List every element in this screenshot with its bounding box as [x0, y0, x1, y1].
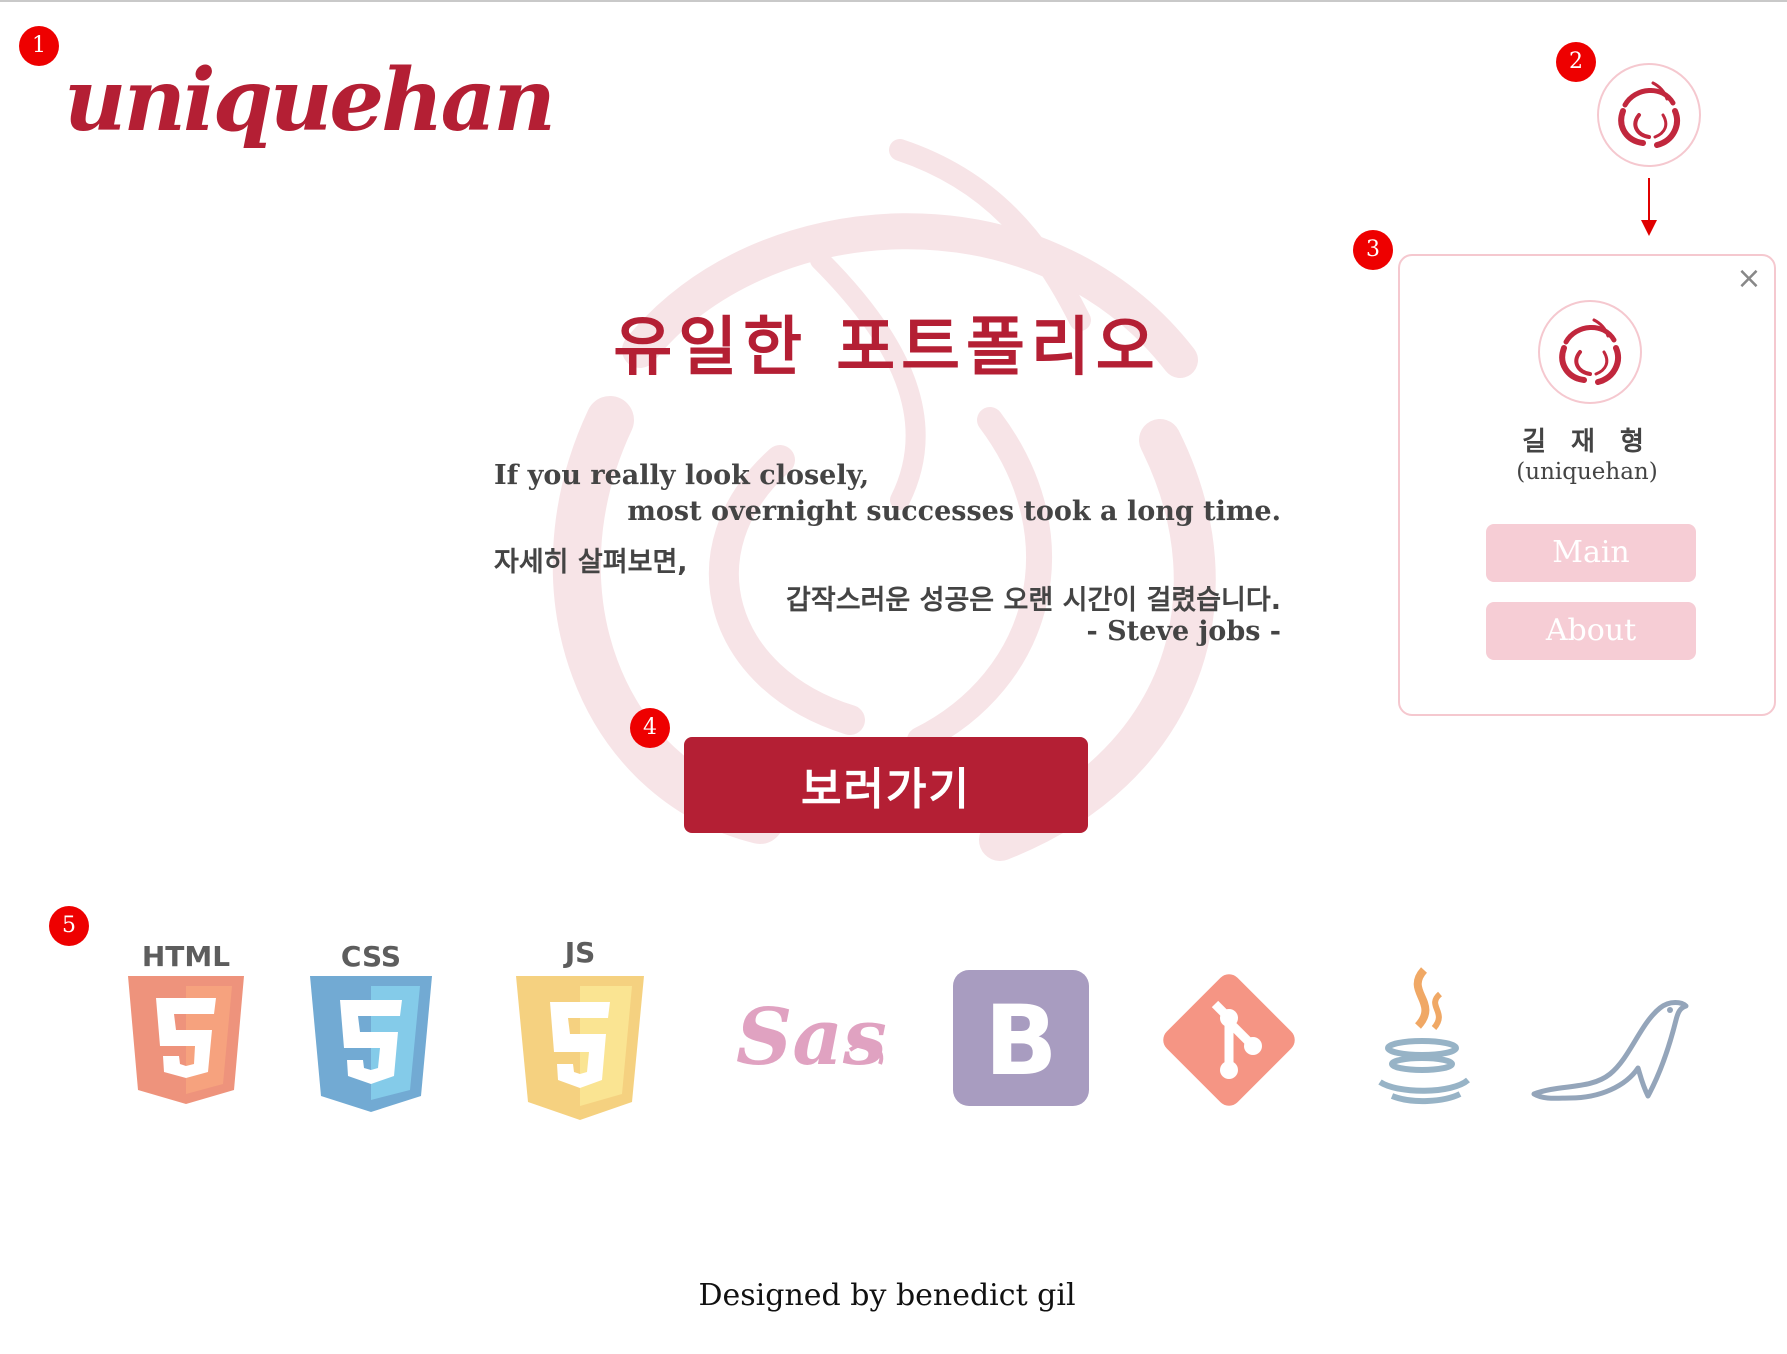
- view-portfolio-button[interactable]: 보러가기: [684, 737, 1088, 833]
- annotation-arrow-head: [1641, 220, 1657, 236]
- annotation-badge-3: 3: [1353, 230, 1393, 270]
- footer-credit: Designed by benedict gil: [698, 1278, 1076, 1313]
- site-logo[interactable]: uniquehan: [64, 50, 556, 151]
- mariadb-seal-icon: [1531, 1000, 1689, 1101]
- bootstrap-icon: B: [953, 970, 1089, 1106]
- html5-icon: [128, 976, 244, 1104]
- quote-ko-line1: 자세히 살펴보면,: [494, 547, 688, 578]
- top-border: [0, 0, 1787, 2]
- sass-wordmark: Sass: [736, 992, 886, 1083]
- main-button[interactable]: Main: [1486, 524, 1696, 582]
- quote-en-line1: If you really look closely,: [494, 460, 870, 491]
- html-label: HTML: [141, 940, 231, 973]
- brand-mark-icon: [1618, 81, 1680, 148]
- js-label: JS: [564, 936, 596, 969]
- annotation-badge-4: 4: [630, 708, 670, 748]
- quote-en-line2: most overnight successes took a long tim…: [627, 496, 1281, 527]
- quote-ko-line2: 갑작스러운 성공은 오랜 시간이 걸렸습니다.: [786, 585, 1281, 616]
- profile-name: 길 재 형: [1522, 427, 1652, 457]
- annotation-badge-5: 5: [49, 906, 89, 946]
- java-icon: [1378, 967, 1470, 1105]
- js-icon: [516, 976, 644, 1120]
- close-icon[interactable]: ×: [1734, 264, 1764, 294]
- profile-username: (uniquehan): [1516, 459, 1658, 485]
- page-title: 유일한 포트폴리오: [613, 311, 1161, 385]
- about-button[interactable]: About: [1486, 602, 1696, 660]
- annotation-badge-2: 2: [1556, 42, 1596, 82]
- annotation-badge-1: 1: [19, 26, 59, 66]
- git-icon: [1163, 974, 1295, 1106]
- bootstrap-letter: B: [984, 985, 1057, 1097]
- profile-avatar-button[interactable]: [1597, 63, 1701, 167]
- css-label: CSS: [340, 940, 402, 973]
- css3-icon: [310, 976, 432, 1112]
- quote-author: - Steve jobs -: [1086, 616, 1281, 647]
- sass-icon: Sass: [736, 992, 886, 1083]
- annotation-arrow: [1648, 178, 1650, 222]
